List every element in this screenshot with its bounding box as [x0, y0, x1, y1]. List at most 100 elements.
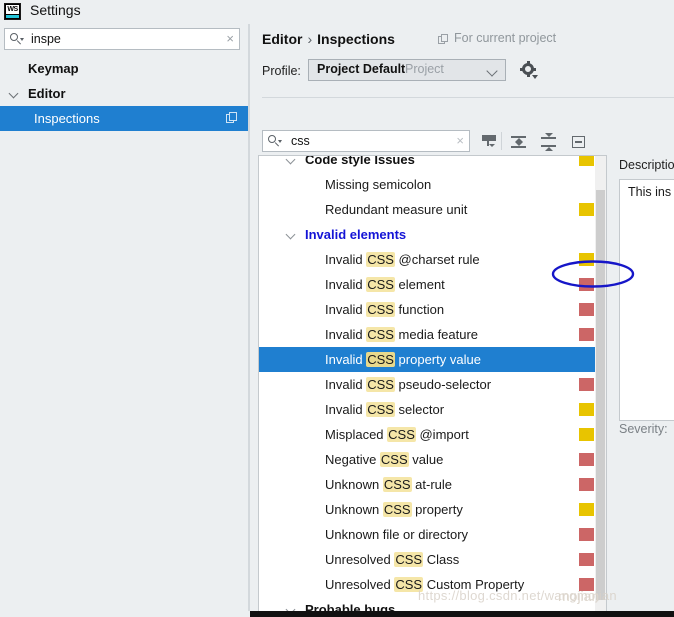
- inspection-row-label: Unknown CSS property: [325, 502, 463, 517]
- severity-label: Severity:: [619, 422, 668, 436]
- copy-settings-icon[interactable]: [226, 112, 238, 124]
- severity-color-swatch[interactable]: [579, 428, 594, 441]
- inspection-row[interactable]: Missing semicolon: [259, 172, 606, 197]
- inspection-row[interactable]: Unknown file or directory: [259, 522, 606, 547]
- inspection-row-label: Invalid CSS function: [325, 302, 445, 317]
- watermark-text-2: mojian: [558, 588, 600, 604]
- chevron-down-icon[interactable]: [285, 229, 296, 240]
- inspections-panel: Editor › Inspections For current project P…: [250, 24, 674, 617]
- sidebar-search-input[interactable]: inspe: [31, 32, 61, 46]
- inspection-row[interactable]: Negative CSS value: [259, 447, 606, 472]
- settings-window: WS Settings inspe × Keymap Editor Inspec…: [0, 0, 674, 617]
- inspection-row[interactable]: Unresolved CSS Class: [259, 547, 606, 572]
- severity-color-swatch[interactable]: [579, 303, 594, 316]
- severity-color-swatch[interactable]: [579, 253, 594, 266]
- severity-color-swatch[interactable]: [579, 453, 594, 466]
- toolbar-separator: [501, 132, 502, 150]
- inspection-row[interactable]: Invalid CSS pseudo-selector: [259, 372, 606, 397]
- sidebar-search-box[interactable]: inspe ×: [4, 28, 240, 50]
- inspection-row[interactable]: Unknown CSS at-rule: [259, 472, 606, 497]
- sidebar-item-keymap[interactable]: Keymap: [0, 56, 248, 81]
- inspection-row-label: Invalid CSS pseudo-selector: [325, 377, 492, 392]
- inspection-row-label: Invalid CSS @charset rule: [325, 252, 480, 267]
- taskbar-left-gap: [0, 611, 250, 617]
- search-match-highlight: CSS: [387, 427, 416, 442]
- breadcrumb-leaf: Inspections: [317, 31, 395, 47]
- clear-search-icon[interactable]: ×: [226, 31, 234, 46]
- search-match-highlight: CSS: [366, 252, 395, 267]
- inspection-row-label: Unknown file or directory: [325, 527, 469, 542]
- breadcrumb-root[interactable]: Editor: [262, 31, 302, 47]
- inspection-filter-input[interactable]: css: [291, 134, 310, 148]
- sidebar-tree: Keymap Editor Inspections: [0, 56, 248, 131]
- inspection-filter-box[interactable]: css ×: [262, 130, 470, 152]
- inspection-row-label: Missing semicolon: [325, 177, 432, 192]
- severity-color-swatch[interactable]: [579, 528, 594, 541]
- sidebar-item-label: Keymap: [28, 61, 79, 76]
- inspection-row-label: Invalid CSS element: [325, 277, 445, 292]
- inspection-row[interactable]: Invalid CSS function: [259, 297, 606, 322]
- inspections-tree[interactable]: Code style Issues Missing semicolon Redund…: [258, 155, 607, 617]
- inspection-row-label: Negative CSS value: [325, 452, 444, 467]
- search-match-highlight: CSS: [379, 452, 409, 467]
- severity-color-swatch[interactable]: [579, 403, 594, 416]
- scope-copy-icon: [438, 34, 449, 45]
- sidebar-item-editor[interactable]: Editor: [0, 81, 248, 106]
- chevron-down-icon[interactable]: [8, 88, 19, 99]
- filter-icon[interactable]: [480, 133, 498, 151]
- clear-filter-icon[interactable]: ×: [456, 133, 464, 148]
- severity-color-swatch[interactable]: [579, 203, 594, 216]
- severity-color-swatch[interactable]: [579, 156, 594, 166]
- inspection-row[interactable]: Redundant measure unit: [259, 197, 606, 222]
- gear-icon[interactable]: [520, 61, 538, 79]
- search-match-highlight: CSS: [366, 402, 395, 417]
- search-match-highlight: CSS: [366, 327, 395, 342]
- inspection-row[interactable]: Unknown CSS property: [259, 497, 606, 522]
- scope-note: For current project: [454, 31, 557, 45]
- inspection-row-label: Invalid CSS selector: [325, 402, 445, 417]
- minimize-panel-icon[interactable]: [570, 133, 588, 151]
- inspection-row[interactable]: Misplaced CSS @import: [259, 422, 606, 447]
- description-box: This ins: [619, 179, 674, 421]
- inspection-row-label: Invalid CSS property value: [325, 352, 481, 367]
- search-icon: [268, 135, 282, 148]
- expand-all-icon[interactable]: [510, 133, 528, 151]
- tree-scrollbar-track[interactable]: [595, 156, 606, 617]
- inspection-row[interactable]: Invalid elements: [259, 222, 606, 247]
- search-match-highlight: CSS: [366, 302, 395, 317]
- inspection-row-label: Misplaced CSS @import: [325, 427, 469, 442]
- profile-select[interactable]: Project Default Project: [308, 59, 506, 81]
- severity-color-swatch[interactable]: [579, 478, 594, 491]
- sidebar-item-label: Editor: [28, 86, 66, 101]
- search-icon: [10, 33, 24, 46]
- profile-label: Profile:: [262, 64, 301, 78]
- inspection-row[interactable]: Invalid CSS property value: [259, 347, 606, 372]
- inspection-row[interactable]: Invalid CSS @charset rule: [259, 247, 606, 272]
- inspection-row-label: Invalid elements: [305, 227, 407, 242]
- inspection-row-label: Redundant measure unit: [325, 202, 468, 217]
- inspection-row-label: Unresolved CSS Class: [325, 552, 460, 567]
- chevron-down-icon[interactable]: [285, 156, 296, 165]
- inspection-row[interactable]: Invalid CSS selector: [259, 397, 606, 422]
- tree-scrollbar-thumb[interactable]: [596, 190, 605, 600]
- webstorm-icon: WS: [4, 3, 21, 20]
- breadcrumb-separator: ›: [307, 31, 313, 47]
- search-match-highlight: CSS: [366, 377, 395, 392]
- severity-color-swatch[interactable]: [579, 503, 594, 516]
- inspection-row[interactable]: Invalid CSS media feature: [259, 322, 606, 347]
- search-match-highlight: CSS: [366, 352, 395, 367]
- severity-color-swatch[interactable]: [579, 378, 594, 391]
- collapse-all-icon[interactable]: [540, 133, 558, 151]
- inspection-row-label: Unknown CSS at-rule: [325, 477, 453, 492]
- inspection-row[interactable]: Code style Issues: [259, 155, 606, 172]
- sidebar-item-inspections[interactable]: Inspections: [0, 106, 248, 131]
- section-divider: [262, 97, 674, 98]
- severity-color-swatch[interactable]: [579, 278, 594, 291]
- inspection-row-label: Code style Issues: [305, 155, 415, 167]
- chevron-down-icon[interactable]: [486, 65, 498, 77]
- severity-color-swatch[interactable]: [579, 553, 594, 566]
- severity-color-swatch[interactable]: [579, 328, 594, 341]
- search-match-highlight: CSS: [366, 277, 395, 292]
- inspection-row-label: Invalid CSS media feature: [325, 327, 479, 342]
- inspection-row[interactable]: Invalid CSS element: [259, 272, 606, 297]
